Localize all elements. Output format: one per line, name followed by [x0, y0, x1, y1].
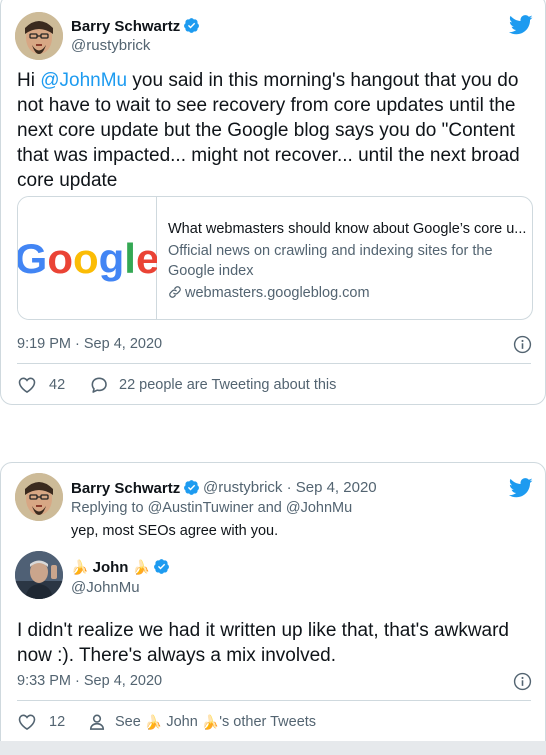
- parent-avatar[interactable]: [15, 473, 63, 521]
- like-action[interactable]: 12: [17, 712, 65, 732]
- banana-emoji-icon: 🍌: [71, 559, 89, 575]
- banana-emoji-icon: 🍌: [132, 559, 151, 575]
- page-bottom-strip: [0, 741, 546, 755]
- banana-emoji-icon: 🍌: [144, 713, 163, 730]
- conversation-text: 22 people are Tweeting about this: [119, 377, 337, 393]
- google-logo: Google: [18, 235, 159, 282]
- verified-badge-icon: [154, 559, 169, 574]
- tweet-timestamp[interactable]: 9:19 PM · Sep 4, 2020: [17, 336, 162, 352]
- link-preview-card[interactable]: Google What webmasters should know about…: [17, 196, 533, 320]
- divider: [17, 363, 531, 364]
- link-title[interactable]: What webmasters should know about Google…: [168, 219, 528, 239]
- tweet-card-2[interactable]: Barry Schwartz @rustybrick · Sep 4, 2020…: [0, 462, 546, 755]
- divider: [17, 700, 531, 701]
- verified-badge-icon: [184, 18, 200, 33]
- avatar[interactable]: [15, 551, 63, 599]
- speech-bubble-icon: [91, 377, 107, 393]
- avatar[interactable]: [15, 12, 63, 60]
- banana-emoji-icon: 🍌: [201, 713, 220, 730]
- like-action[interactable]: 42: [17, 375, 65, 395]
- tweet-text: I didn't realize we had it written up li…: [17, 620, 509, 666]
- link-icon: [169, 286, 181, 298]
- parent-tweet-text: yep, most SEOs agree with you.: [71, 523, 279, 539]
- link-description: Official news on crawling and indexing s…: [168, 243, 493, 279]
- link-thumbnail[interactable]: Google: [18, 197, 159, 319]
- info-icon[interactable]: [513, 335, 532, 354]
- author-handle[interactable]: @rustybrick: [71, 37, 150, 54]
- twitter-bird-icon[interactable]: [509, 15, 533, 35]
- tweet-card-1[interactable]: Barry Schwartz @rustybrick Hi @JohnMu yo…: [0, 0, 546, 405]
- parent-handle-date[interactable]: @rustybrick · Sep 4, 2020: [203, 479, 377, 496]
- parent-author-name[interactable]: Barry Schwartz: [71, 479, 200, 497]
- replying-to[interactable]: Replying to @AustinTuwiner and @JohnMu: [71, 500, 352, 516]
- see-other-tweets-action[interactable]: See 🍌 John 🍌's other Tweets: [87, 712, 316, 732]
- like-count: 42: [49, 377, 66, 393]
- author-name[interactable]: 🍌 John 🍌: [71, 558, 170, 576]
- link-domain[interactable]: webmasters.googleblog.com: [168, 283, 528, 303]
- like-count: 12: [49, 714, 66, 730]
- tweet-timestamp[interactable]: 9:33 PM · Sep 4, 2020: [17, 673, 162, 689]
- tweet-text: Hi @JohnMu you said in this morning's ha…: [17, 70, 520, 191]
- author-handle[interactable]: @JohnMu: [71, 579, 140, 596]
- info-icon[interactable]: [513, 672, 532, 691]
- twitter-bird-icon[interactable]: [509, 478, 533, 498]
- author-name[interactable]: Barry Schwartz: [71, 17, 200, 35]
- heart-icon: [18, 377, 36, 394]
- person-icon: [89, 714, 105, 730]
- mention-link[interactable]: @JohnMu: [40, 70, 127, 91]
- heart-icon: [18, 714, 36, 731]
- conversation-action[interactable]: 22 people are Tweeting about this: [89, 375, 336, 395]
- svg-text:Google: Google: [18, 235, 157, 282]
- verified-badge-icon: [184, 480, 200, 495]
